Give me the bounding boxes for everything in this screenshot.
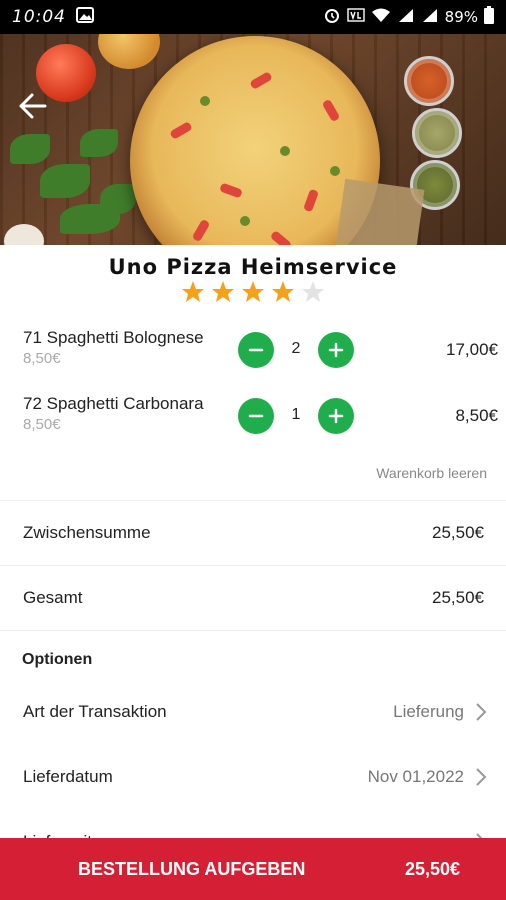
option-label: Art der Transaktion: [23, 702, 167, 721]
total-value: 25,50€: [432, 588, 484, 607]
status-bar: 10:04 89%: [0, 0, 506, 34]
wifi-icon: [371, 7, 391, 27]
chevron-right-icon: [476, 703, 487, 721]
back-arrow-icon[interactable]: [18, 92, 52, 122]
option-delivery-date[interactable]: Lieferdatum Nov 01,2022: [0, 767, 506, 827]
decrease-quantity-button[interactable]: [238, 332, 274, 368]
options-title: Optionen: [22, 651, 93, 668]
decrease-quantity-button[interactable]: [238, 398, 274, 434]
restaurant-name: Uno Pizza Heimservice: [108, 255, 398, 279]
clear-cart-link[interactable]: Warenkorb leeren: [376, 465, 487, 481]
cart-item-name: 72 Spaghetti Carbonara: [23, 394, 204, 413]
status-time: 10:04: [12, 7, 66, 27]
increase-quantity-button[interactable]: [318, 332, 354, 368]
place-order-label: BESTELLUNG AUFGEBEN: [78, 858, 306, 879]
option-value: Lieferung: [393, 702, 464, 721]
image-notification-icon: [76, 6, 94, 28]
cart-item-unit-price: 8,50€: [23, 350, 61, 367]
subtotal-row: Zwischensumme 25,50€: [0, 500, 506, 564]
cart-item-total: 8,50€: [455, 406, 498, 425]
volte-icon: [346, 7, 365, 27]
rating-stars: [0, 280, 506, 304]
battery-icon: [484, 6, 494, 28]
order-total: 25,50€: [404, 858, 460, 879]
subtotal-label: Zwischensumme: [23, 523, 151, 542]
place-order-button[interactable]: BESTELLUNG AUFGEBEN 25,50€: [0, 838, 506, 900]
star-filled-icon: [272, 281, 294, 302]
minus-icon: [248, 414, 264, 418]
alarm-icon: [323, 6, 341, 28]
option-transaction-type[interactable]: Art der Transaktion Lieferung: [0, 702, 506, 762]
minus-icon: [248, 348, 264, 352]
cart-item-name: 71 Spaghetti Bolognese: [23, 328, 204, 347]
cart-item-quantity: 2: [291, 340, 301, 357]
star-filled-icon: [212, 281, 234, 302]
cart-item: 72 Spaghetti Carbonara 8,50€ 1 8,50€: [0, 394, 506, 454]
cart-item-quantity: 1: [291, 406, 301, 423]
signal-icon: [397, 7, 415, 27]
restaurant-hero-image: [0, 34, 506, 245]
total-row: Gesamt 25,50€: [0, 565, 506, 629]
increase-quantity-button[interactable]: [318, 398, 354, 434]
cart-item-total: 17,00€: [446, 340, 498, 359]
chevron-right-icon: [476, 768, 487, 786]
plus-icon: [328, 342, 344, 358]
option-value: Nov 01,2022: [367, 767, 464, 786]
cart-item-unit-price: 8,50€: [23, 416, 61, 433]
subtotal-value: 25,50€: [432, 523, 484, 542]
option-label: Lieferdatum: [23, 767, 113, 786]
total-label: Gesamt: [23, 588, 83, 607]
star-filled-icon: [182, 281, 204, 302]
plus-icon: [328, 408, 344, 424]
signal-icon-2: [421, 7, 439, 27]
battery-percent: 89%: [444, 8, 478, 26]
star-empty-icon: [302, 281, 324, 302]
star-filled-icon: [242, 281, 264, 302]
cart-item: 71 Spaghetti Bolognese 8,50€ 2 17,00€: [0, 328, 506, 388]
divider: [0, 630, 506, 631]
